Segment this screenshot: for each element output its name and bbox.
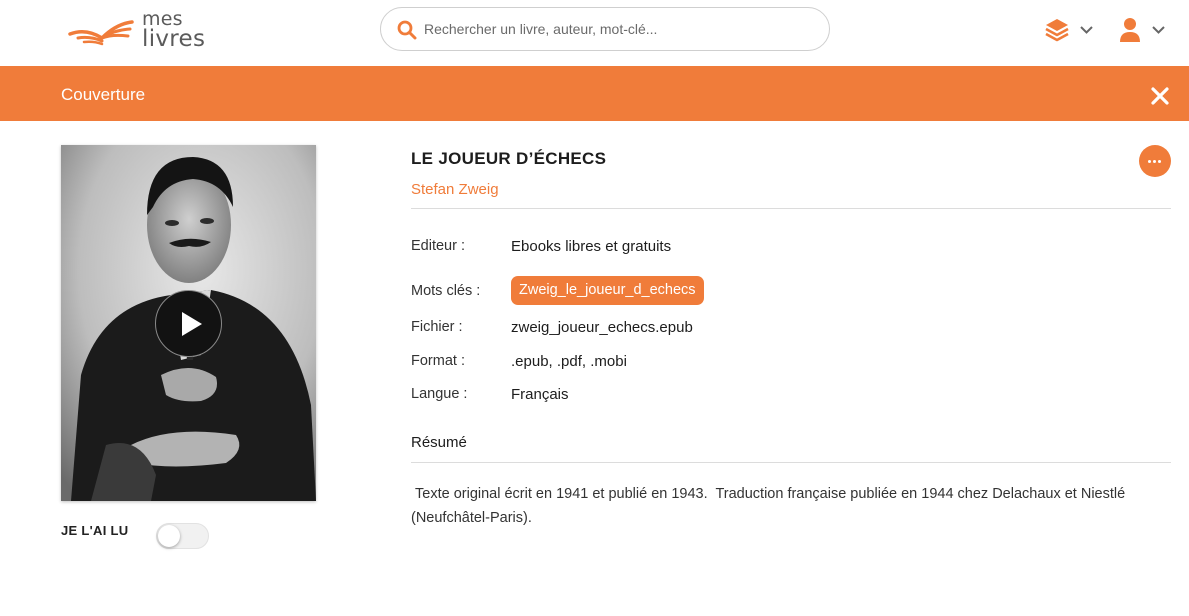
format-label: Format : <box>411 353 465 369</box>
books-stack-icon <box>1045 19 1069 42</box>
keyword-tag[interactable]: Zweig_le_joueur_d_echecs <box>511 276 704 305</box>
read-toggle-label: JE L'AI LU <box>61 523 129 538</box>
summary-text: Texte original écrit en 1941 et publié e… <box>411 486 1130 526</box>
book-logo-icon <box>68 20 134 46</box>
chevron-down-icon <box>1080 26 1093 34</box>
logo[interactable]: mes livres <box>68 10 218 56</box>
close-icon[interactable] <box>1150 86 1170 106</box>
more-icon <box>1148 160 1161 163</box>
user-menu-button[interactable] <box>1118 14 1165 46</box>
language-label: Langue : <box>411 386 468 402</box>
user-icon <box>1120 18 1140 42</box>
format-value: .epub, .pdf, .mobi <box>511 353 627 370</box>
top-bar: mes livres <box>0 0 1189 66</box>
summary-heading: Résumé <box>411 434 467 451</box>
play-button[interactable] <box>155 290 222 357</box>
chevron-down-icon <box>1152 26 1165 34</box>
books-menu-button[interactable] <box>1044 14 1093 46</box>
logo-text: mes livres <box>142 10 206 52</box>
section-header: Couverture <box>0 66 1189 121</box>
read-toggle[interactable] <box>156 523 209 549</box>
book-author-link[interactable]: Stefan Zweig <box>411 181 499 198</box>
title-divider <box>411 208 1171 209</box>
search-box[interactable] <box>380 7 830 51</box>
section-title: Couverture <box>61 85 146 104</box>
more-options-button[interactable] <box>1139 145 1171 177</box>
book-title: LE JOUEUR D’ÉCHECS <box>411 149 607 168</box>
file-label: Fichier : <box>411 319 463 335</box>
editor-value: Ebooks libres et gratuits <box>511 238 672 255</box>
file-value: zweig_joueur_echecs.epub <box>511 319 693 336</box>
keywords-label: Mots clés : <box>411 283 481 299</box>
logo-line2: livres <box>142 26 206 52</box>
play-icon <box>182 312 202 336</box>
editor-label: Editeur : <box>411 238 465 254</box>
search-icon[interactable] <box>397 20 417 40</box>
toggle-knob <box>158 525 180 547</box>
language-value: Français <box>511 386 569 403</box>
search-input[interactable] <box>424 16 814 42</box>
summary-divider <box>411 462 1171 463</box>
